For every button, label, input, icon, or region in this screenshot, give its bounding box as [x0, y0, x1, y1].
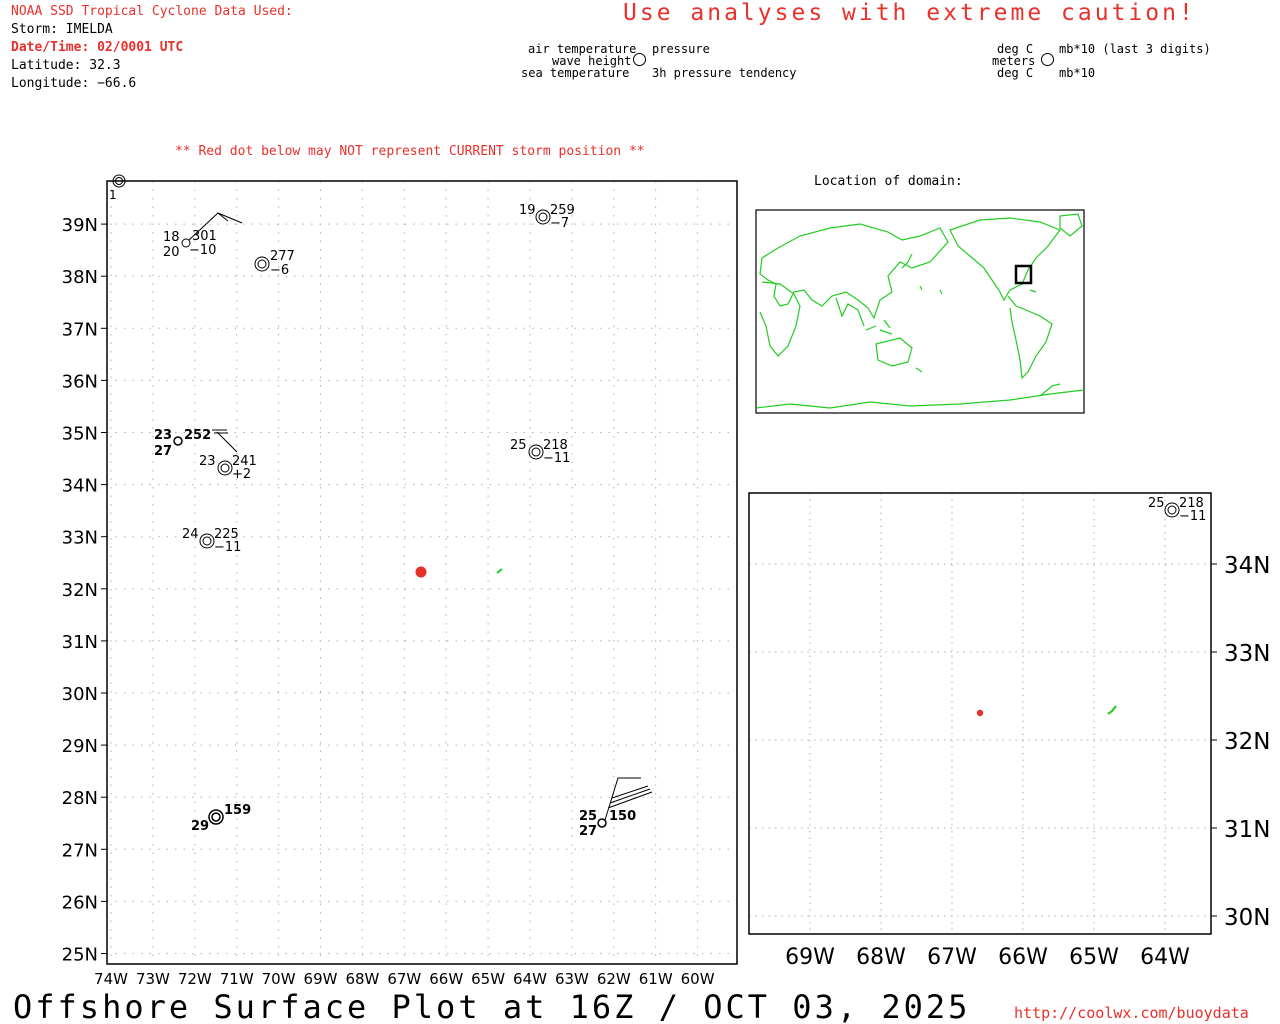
main-lat-label: 32N — [62, 580, 98, 601]
zoom-land-fragment — [1107, 705, 1117, 715]
main-lon-label: 73W — [136, 970, 170, 988]
station-c-temp: 19 — [519, 203, 536, 218]
main-lat-label: 27N — [62, 840, 98, 861]
map-canvas: 25N 26N 27N 28N 29N 30N 31N 32N 33N 34N 35N 36N 37N 3… — [62, 174, 1270, 988]
station-i: 25 27 150 — [579, 777, 653, 839]
station-a: 18 20 301 −10 — [163, 212, 243, 260]
location-inset-frame — [755, 209, 1085, 414]
station-c: 19 259 −7 — [519, 203, 575, 231]
station-i-pressure: 150 — [609, 809, 636, 824]
main-lon-label: 71W — [220, 970, 254, 988]
main-lat-labels: 25N 26N 27N 28N 29N 30N 31N 32N 33N 34N 35N 36N 37N 3… — [62, 215, 98, 965]
main-lon-label: 60W — [681, 970, 715, 988]
main-lat-label: 33N — [62, 528, 98, 549]
station-f: 25 218 −11 — [510, 438, 570, 466]
station-e: 23 241 +2 — [199, 454, 257, 482]
station-c-tendency: −7 — [550, 216, 569, 231]
zoom-station: 25 218 −11 — [1148, 496, 1206, 524]
station-b-pressure: 277 — [270, 249, 295, 264]
main-lat-label: 38N — [62, 267, 98, 288]
zoom-lon-label: 66W — [998, 945, 1048, 970]
zoom-lon-label: 64W — [1140, 945, 1190, 970]
page: NOAA SSD Tropical Cyclone Data Used: Sto… — [0, 0, 1280, 1024]
main-lat-label: 26N — [62, 892, 98, 913]
main-lat-label: 31N — [62, 632, 98, 653]
main-lat-label: 34N — [62, 476, 98, 497]
zoom-lat-labels: 30N 31N 32N 33N 34N — [1224, 553, 1270, 931]
station-h-sst: 29 — [191, 819, 209, 834]
main-lon-label: 64W — [513, 970, 547, 988]
station-e-tendency: +2 — [232, 467, 251, 482]
station-h-pressure: 159 — [224, 803, 251, 818]
zoom-lon-label: 68W — [856, 945, 906, 970]
zoom-lat-label: 33N — [1224, 641, 1270, 667]
main-lat-label: 28N — [62, 788, 98, 809]
storm-position-marker — [415, 566, 427, 578]
main-lat-label: 30N — [62, 684, 98, 705]
main-lon-label: 61W — [639, 970, 673, 988]
zoom-lat-label: 30N — [1224, 905, 1270, 931]
station-d: 23 27 252 — [154, 428, 238, 459]
station-d-sst: 27 — [154, 444, 172, 459]
main-lon-label: 68W — [345, 970, 379, 988]
station-edge-label: 1 — [109, 188, 117, 202]
zoom-lat-label: 34N — [1224, 553, 1270, 579]
station-f-temp: 25 — [510, 438, 527, 453]
source-url[interactable]: http://coolwx.com/buoydata — [1014, 1004, 1249, 1022]
main-lon-label: 74W — [94, 970, 128, 988]
zoom-lon-label: 67W — [927, 945, 977, 970]
zoom-station-tendency: −11 — [1179, 509, 1206, 524]
main-lat-label: 37N — [62, 319, 98, 340]
main-lon-label: 70W — [262, 970, 296, 988]
station-a-tendency: −10 — [189, 243, 216, 258]
station-a-temp: 18 — [163, 230, 180, 245]
main-lon-label: 67W — [387, 970, 421, 988]
zoom-storm-position-marker — [976, 709, 984, 717]
zoom-lon-label: 65W — [1069, 945, 1119, 970]
main-map-land-fragment — [496, 568, 503, 574]
station-e-temp: 23 — [199, 454, 216, 469]
main-lon-label: 66W — [429, 970, 463, 988]
plot-title: Offshore Surface Plot at 16Z / OCT 03, 2… — [13, 988, 971, 1024]
zoom-lat-label: 32N — [1224, 729, 1270, 755]
main-lon-label: 65W — [471, 970, 505, 988]
zoom-lon-label: 69W — [785, 945, 835, 970]
main-lat-label: 29N — [62, 736, 98, 757]
station-edge: 1 — [109, 174, 126, 202]
station-f-tendency: −11 — [543, 451, 570, 466]
main-lat-label: 36N — [62, 371, 98, 392]
station-g-tendency: −11 — [214, 540, 241, 555]
main-lat-label: 35N — [62, 424, 98, 445]
main-lon-label: 72W — [178, 970, 212, 988]
station-d-temp: 23 — [154, 428, 172, 443]
main-lon-labels: 74W 73W 72W 71W 70W 69W 68W 67W 66W 65W 64W 63W 62W 6… — [94, 970, 715, 988]
main-lat-label: 39N — [62, 215, 98, 236]
station-g-temp: 24 — [182, 527, 199, 542]
station-i-sst: 27 — [579, 824, 597, 839]
main-lat-label: 25N — [62, 945, 98, 966]
zoom-station-temp: 25 — [1148, 496, 1165, 511]
station-b: 277 −6 — [254, 249, 295, 278]
main-lon-label: 63W — [555, 970, 589, 988]
station-d-pressure: 252 — [184, 428, 211, 443]
station-b-tendency: −6 — [270, 263, 289, 278]
main-lon-label: 62W — [597, 970, 631, 988]
station-h: 29 159 — [191, 803, 251, 834]
zoom-lat-label: 31N — [1224, 817, 1270, 843]
station-a-pressure: 301 — [192, 229, 217, 244]
station-g: 24 225 −11 — [182, 527, 241, 555]
station-i-temp: 25 — [579, 809, 597, 824]
station-a-sst: 20 — [163, 245, 180, 260]
main-lon-label: 69W — [304, 970, 338, 988]
zoom-lon-labels: 69W 68W 67W 66W 65W 64W — [785, 945, 1190, 970]
